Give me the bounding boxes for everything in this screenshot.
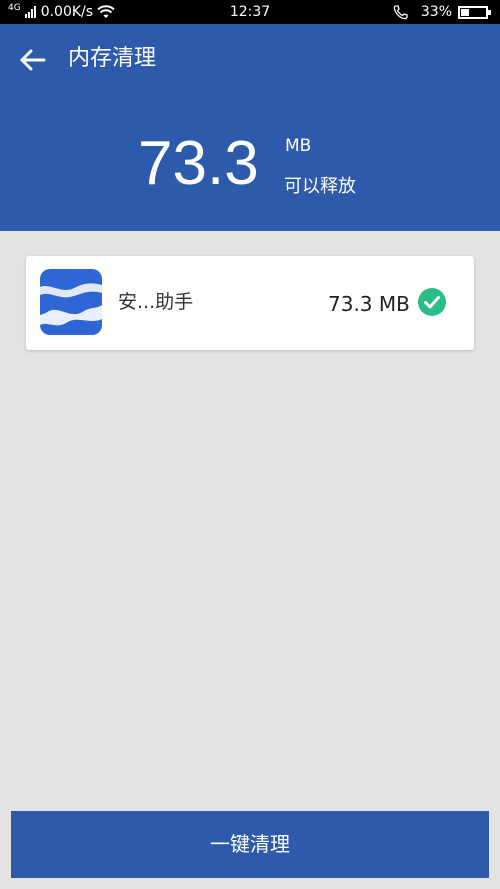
battery-fill: [461, 8, 469, 16]
check-circle-icon[interactable]: [418, 288, 446, 316]
app-name: 安...助手: [118, 291, 194, 313]
header: 内存清理 73.3 MB 可以释放: [0, 24, 500, 231]
app-memory-size: 73.3 MB: [328, 292, 410, 316]
battery-icon: [458, 5, 491, 19]
back-arrow-icon[interactable]: [18, 46, 50, 74]
battery-percent: 33%: [420, 4, 452, 20]
one-click-clean-button[interactable]: 一键清理: [11, 811, 489, 878]
amount-unit: MB: [285, 136, 312, 156]
hd-call-icon: [393, 5, 408, 20]
app-list-item[interactable]: 安...助手 73.3 MB: [26, 256, 474, 350]
app-icon: [40, 269, 102, 335]
releasable-label: 可以释放: [284, 176, 356, 197]
page-title: 内存清理: [68, 46, 157, 71]
releasable-amount: 73.3: [138, 129, 259, 198]
status-right: 33%: [393, 0, 492, 24]
status-bar: 4G 0.00K/s 12:37 33%: [0, 0, 500, 24]
